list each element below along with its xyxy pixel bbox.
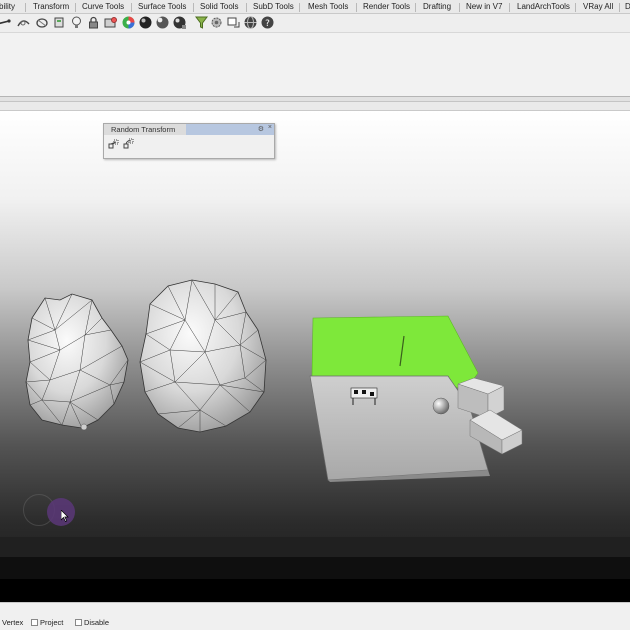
tab-separator <box>619 3 620 12</box>
toolbar-tab-strip: bility Transform Curve Tools Surface Too… <box>0 0 630 14</box>
panel-title: Random Transform <box>104 124 186 135</box>
tab-visibility[interactable]: bility <box>0 2 15 11</box>
tab-solid-tools[interactable]: Solid Tools <box>200 2 239 11</box>
perspective-viewport[interactable] <box>0 111 630 602</box>
tab-separator <box>575 3 576 12</box>
panel-title-bar[interactable]: Random Transform ⚙ × <box>104 124 274 135</box>
lightbulb-icon[interactable] <box>69 15 84 30</box>
tab-separator <box>75 3 76 12</box>
tab-drafting[interactable]: Drafting <box>423 2 451 11</box>
osnap-vertex-label: Vertex <box>2 618 24 627</box>
hide-object-icon[interactable] <box>103 15 118 30</box>
tab-separator <box>25 3 26 12</box>
osnap-disable[interactable]: Disable <box>75 618 109 627</box>
tab-subd-tools[interactable]: SubD Tools <box>253 2 294 11</box>
tab-curve-tools[interactable]: Curve Tools <box>82 2 124 11</box>
random-move-icon[interactable] <box>108 138 120 150</box>
lock-icon[interactable] <box>86 15 101 30</box>
chrome-sphere[interactable] <box>432 397 450 415</box>
tab-overflow[interactable]: D <box>625 2 630 11</box>
osnap-vertex[interactable]: Vertex <box>0 618 23 627</box>
mouse-pointer-icon <box>61 510 69 522</box>
panel-close-icon[interactable]: × <box>268 124 272 131</box>
random-rotate-icon[interactable] <box>123 138 135 150</box>
command-icon-toolbar: ? <box>0 14 630 32</box>
viewport-title-strip <box>0 102 630 111</box>
analyze-curve-icon[interactable] <box>16 15 31 30</box>
tab-new-in-v7[interactable]: New in V7 <box>466 2 502 11</box>
osnap-project[interactable]: Project <box>31 618 63 627</box>
tab-landarchtools[interactable]: LandArchTools <box>517 2 570 11</box>
globe-render-icon[interactable] <box>243 15 258 30</box>
tab-mesh-tools[interactable]: Mesh Tools <box>308 2 348 11</box>
tab-transform[interactable]: Transform <box>33 2 69 11</box>
line-tool-icon[interactable] <box>0 15 11 30</box>
settings-gear-icon[interactable] <box>209 15 224 30</box>
tab-separator <box>193 3 194 12</box>
help-icon[interactable]: ? <box>260 15 275 30</box>
tab-separator <box>415 3 416 12</box>
color-wheel-icon[interactable] <box>121 15 136 30</box>
tab-vray-all[interactable]: VRay All <box>583 2 613 11</box>
tab-separator <box>246 3 247 12</box>
osnap-project-label: Project <box>40 618 64 627</box>
filter-icon[interactable] <box>194 15 209 30</box>
tab-separator <box>299 3 300 12</box>
disable-checkbox[interactable] <box>75 619 82 626</box>
tree-mesh-left[interactable] <box>25 293 129 431</box>
tree-mesh-right[interactable] <box>139 279 267 433</box>
random-transform-panel[interactable]: Random Transform ⚙ × <box>103 123 275 159</box>
shaded-sphere-icon[interactable] <box>155 15 170 30</box>
scene-geometry <box>25 279 523 482</box>
project-checkbox[interactable] <box>31 619 38 626</box>
tab-render-tools[interactable]: Render Tools <box>363 2 410 11</box>
svg-text:?: ? <box>265 19 270 29</box>
render-sphere-icon[interactable] <box>138 15 153 30</box>
named-views-icon[interactable] <box>226 15 241 30</box>
shell-icon[interactable] <box>52 15 67 30</box>
panel-gear-icon[interactable]: ⚙ <box>258 125 264 133</box>
rendered-sphere-icon[interactable] <box>172 15 187 30</box>
osnap-disable-label: Disable <box>84 618 110 627</box>
command-history-area[interactable] <box>0 32 630 96</box>
tab-separator <box>356 3 357 12</box>
tab-separator <box>131 3 132 12</box>
tab-separator <box>509 3 510 12</box>
tab-separator <box>459 3 460 12</box>
tab-surface-tools[interactable]: Surface Tools <box>138 2 186 11</box>
loft-icon[interactable] <box>35 15 50 30</box>
